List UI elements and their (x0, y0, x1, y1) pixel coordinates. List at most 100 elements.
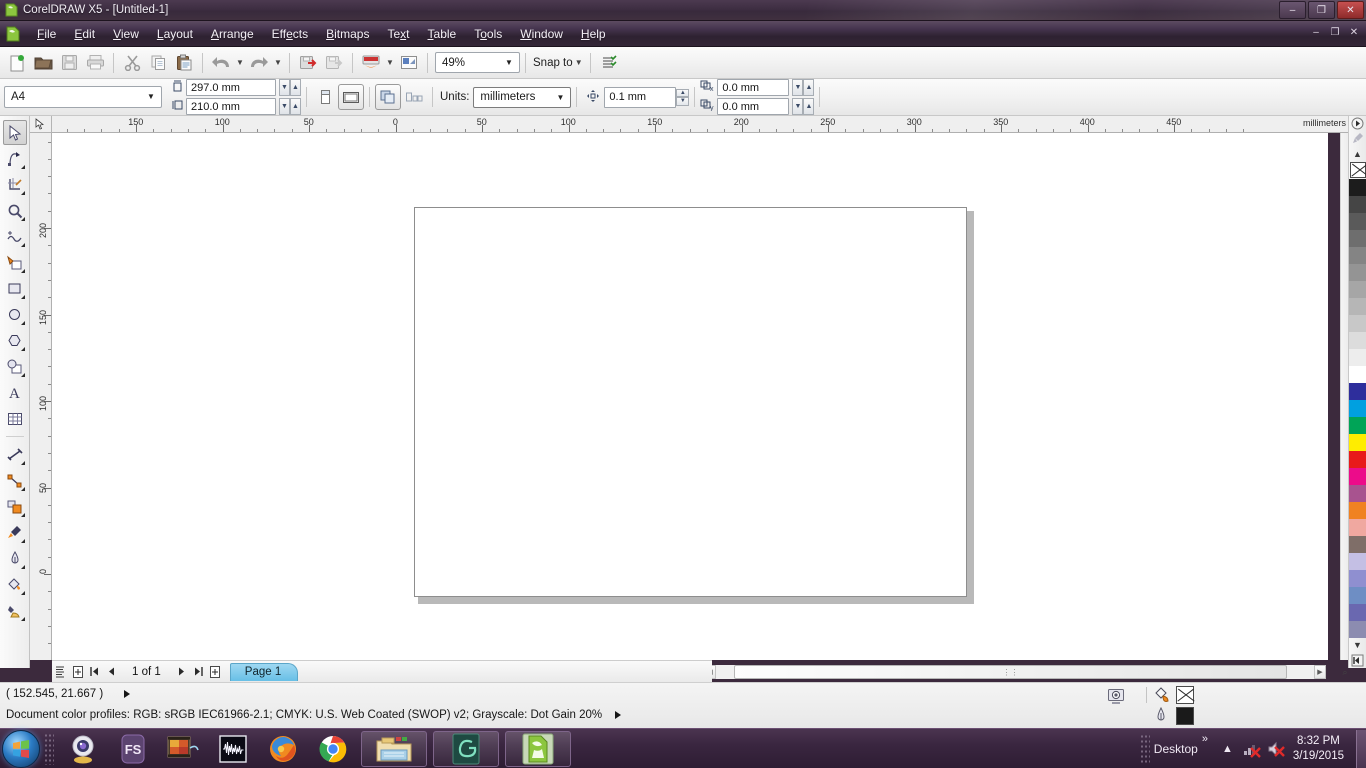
add-page-after-icon[interactable] (207, 663, 224, 681)
copy-icon[interactable] (145, 50, 171, 76)
palette-swatch[interactable] (1349, 569, 1366, 587)
all-pages-icon[interactable] (375, 84, 401, 110)
taskbar-grip[interactable] (44, 732, 54, 765)
tray-grip[interactable] (1139, 734, 1150, 764)
nudge-spinner[interactable]: ▲ ▼ (676, 88, 690, 106)
no-color-icon[interactable] (1349, 161, 1366, 178)
outline-color-swatch[interactable] (1176, 707, 1194, 725)
start-orb-icon[interactable] (2, 729, 40, 768)
snap-to-label[interactable]: Snap to (533, 57, 573, 69)
duplicate-x-down-icon[interactable]: ▼ (792, 79, 804, 96)
palette-swatch[interactable] (1349, 195, 1366, 213)
palette-eyedropper-icon[interactable] (1350, 131, 1366, 146)
mdi-minimize-button[interactable]: – (1308, 25, 1324, 40)
page-navigator-options-icon[interactable] (52, 663, 69, 681)
page-border[interactable] (414, 207, 967, 597)
duplicate-y-down-icon[interactable]: ▼ (792, 98, 804, 115)
palette-swatch[interactable] (1349, 552, 1366, 570)
vertical-ruler[interactable]: 200 150 100 50 0 millimeters (30, 133, 52, 660)
drawing-canvas[interactable] (52, 133, 1328, 660)
portrait-icon[interactable] (312, 84, 338, 110)
previous-page-icon[interactable] (103, 663, 120, 681)
flyout-arrow-icon[interactable] (20, 373, 25, 377)
ellipse-tool[interactable] (3, 302, 27, 327)
flyout-arrow-icon[interactable] (20, 243, 25, 247)
chevron-down-icon[interactable]: ▼ (144, 87, 158, 106)
audio-editor-icon[interactable] (211, 731, 255, 767)
flyout-arrow-icon[interactable] (20, 191, 25, 195)
menu-text[interactable]: Text (378, 24, 418, 44)
options-icon[interactable] (596, 50, 622, 76)
scroll-right-icon[interactable]: ▶ (1314, 665, 1326, 679)
fill-swatch-icon[interactable] (1154, 687, 1172, 707)
document-icon[interactable] (6, 26, 20, 42)
undo-icon[interactable] (208, 50, 234, 76)
page-width-up-icon[interactable]: ▲ (290, 79, 301, 96)
volume-muted-icon[interactable] (1267, 740, 1285, 758)
webcam-app-icon[interactable] (61, 731, 105, 767)
palette-swatch[interactable] (1349, 518, 1366, 536)
paste-icon[interactable] (171, 50, 197, 76)
file-explorer-window[interactable] (361, 730, 427, 767)
zoom-level-combo[interactable]: 49% ▼ (435, 52, 520, 73)
last-page-icon[interactable] (190, 663, 207, 681)
video-editor-icon[interactable] (161, 731, 205, 767)
connector-tool[interactable] (3, 468, 27, 493)
palette-swatch[interactable] (1349, 620, 1366, 638)
palette-swatch[interactable] (1349, 178, 1366, 196)
page-height-down-icon[interactable]: ▼ (279, 98, 290, 115)
save-icon[interactable] (56, 50, 82, 76)
menu-table[interactable]: Table (419, 24, 466, 44)
palette-swatch[interactable] (1349, 280, 1366, 298)
menu-effects[interactable]: Effects (263, 24, 318, 44)
menu-tools[interactable]: Tools (465, 24, 511, 44)
flyout-arrow-icon[interactable] (20, 217, 25, 221)
horizontal-ruler[interactable]: 150 100 50 0 50 100 150 200 250 300 350 400 450 milli… (30, 116, 1352, 133)
firefox-icon[interactable] (261, 731, 305, 767)
palette-swatch[interactable] (1349, 416, 1366, 434)
palette-swatch[interactable] (1349, 382, 1366, 400)
add-page-before-icon[interactable] (69, 663, 86, 681)
palette-swatch[interactable] (1349, 212, 1366, 230)
outline-tool[interactable] (3, 546, 27, 571)
palette-swatch[interactable] (1349, 535, 1366, 553)
outline-pen-icon[interactable] (1154, 706, 1168, 727)
coreldraw-window[interactable] (505, 730, 571, 767)
open-document-icon[interactable] (30, 50, 56, 76)
mdi-close-button[interactable]: ✕ (1346, 25, 1362, 40)
fs-app-icon[interactable]: FS (111, 731, 155, 767)
page-height-input[interactable]: 210.0 mm (186, 98, 276, 115)
flyout-arrow-icon[interactable] (20, 487, 25, 491)
palette-swatch[interactable] (1349, 603, 1366, 621)
polygon-tool[interactable] (3, 328, 27, 353)
menu-edit[interactable]: Edit (65, 24, 104, 44)
flyout-arrow-icon[interactable] (20, 617, 25, 621)
flyout-arrow-icon[interactable] (20, 565, 25, 569)
page-preset-combo[interactable]: A4 ▼ (4, 86, 162, 108)
palette-scroll-down-icon[interactable]: ▼ (1350, 638, 1366, 653)
basic-shapes-tool[interactable] (3, 354, 27, 379)
coordinates-expand-icon[interactable] (123, 689, 130, 698)
page-height-up-icon[interactable]: ▲ (290, 98, 301, 115)
duplicate-x-input[interactable]: 0.0 mm (717, 79, 790, 96)
duplicate-y-up-icon[interactable]: ▲ (803, 98, 815, 115)
palette-swatch-none[interactable] (1349, 161, 1366, 178)
undo-dropdown-icon[interactable]: ▼ (234, 50, 246, 76)
chevron-down-icon[interactable]: ▼ (553, 88, 567, 107)
palette-swatch[interactable] (1349, 348, 1366, 366)
page-width-spinner[interactable]: ▼ ▲ (279, 79, 301, 96)
palette-swatch[interactable] (1349, 450, 1366, 468)
fill-color-swatch[interactable] (1176, 686, 1194, 704)
snap-to-dropdown-icon[interactable]: ▼ (573, 50, 585, 76)
shape-tool[interactable] (3, 146, 27, 171)
palette-scroll-up-icon[interactable]: ▲ (1350, 146, 1366, 161)
palette-jump-icon[interactable] (1350, 116, 1366, 131)
snapshot-icon[interactable] (1106, 688, 1126, 709)
horizontal-scroll-thumb[interactable]: ⋮⋮ (734, 665, 1287, 679)
table-tool[interactable] (3, 406, 27, 431)
palette-swatch[interactable] (1349, 433, 1366, 451)
publish-pdf-icon[interactable] (358, 50, 384, 76)
redo-icon[interactable] (246, 50, 272, 76)
flyout-arrow-icon[interactable] (20, 295, 25, 299)
palette-swatch[interactable] (1349, 501, 1366, 519)
